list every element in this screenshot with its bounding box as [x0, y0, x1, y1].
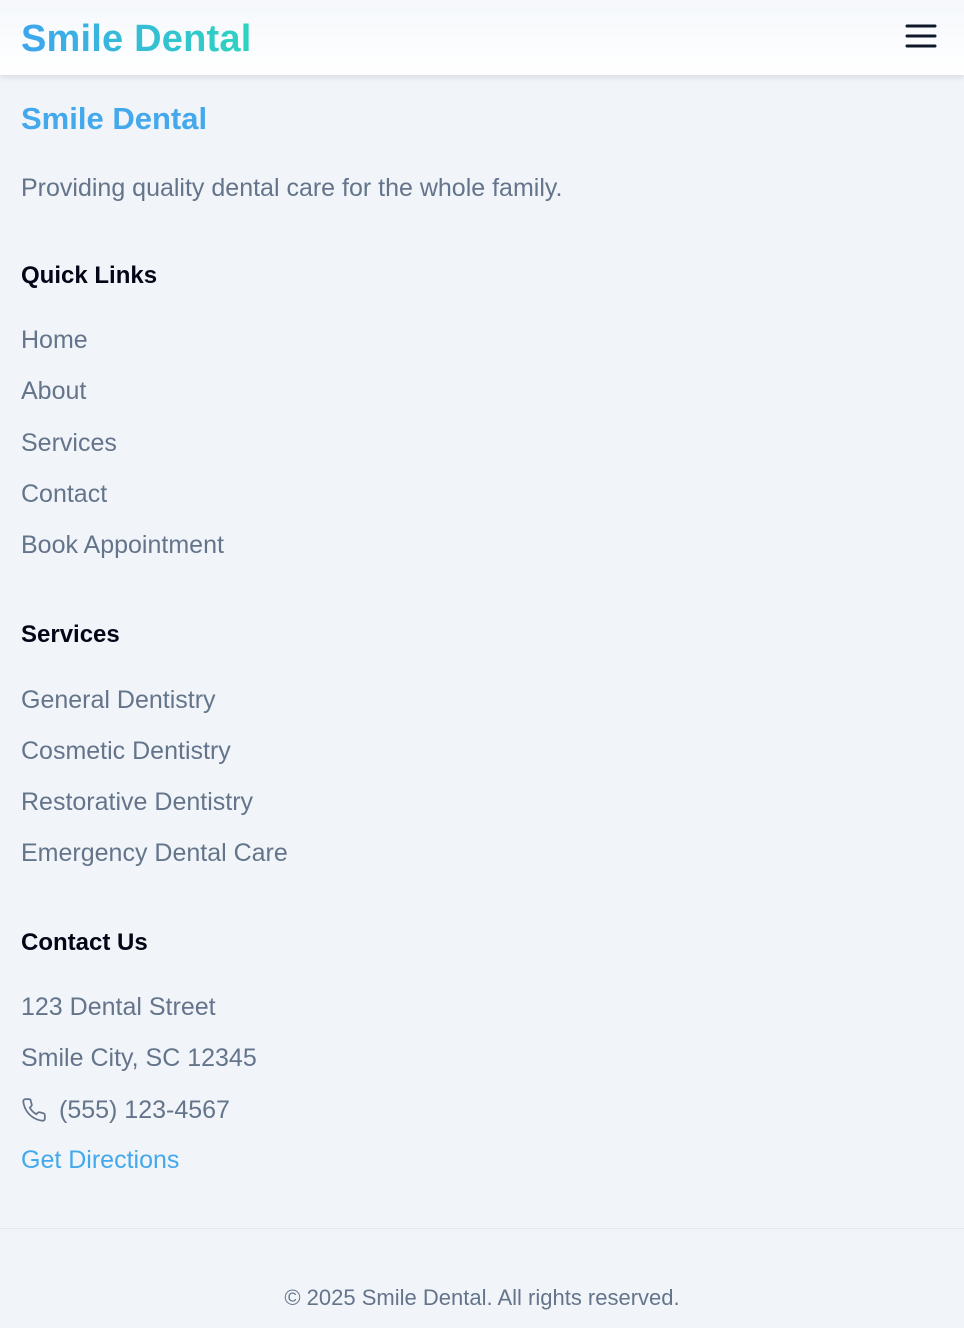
- service-link-general-dentistry[interactable]: General Dentistry: [21, 683, 216, 717]
- address-line-2: Smile City, SC 12345: [21, 1044, 257, 1072]
- hamburger-menu-button[interactable]: [898, 18, 944, 56]
- quick-link-home[interactable]: Home: [21, 323, 88, 357]
- top-navbar: Smile Dental: [0, 0, 964, 75]
- phone-number: (555) 123-4567: [59, 1096, 230, 1124]
- quick-links-heading: Quick Links: [21, 262, 158, 289]
- quick-link-services[interactable]: Services: [21, 426, 117, 460]
- footer-divider: [0, 1228, 964, 1229]
- get-directions-link[interactable]: Get Directions: [21, 1143, 179, 1177]
- address-line-1: 123 Dental Street: [21, 993, 216, 1021]
- quick-link-book-appointment[interactable]: Book Appointment: [21, 528, 224, 562]
- copyright-text: © 2025 Smile Dental. All rights reserved…: [284, 1285, 680, 1310]
- hamburger-menu-icon: [905, 24, 937, 48]
- service-link-restorative-dentistry[interactable]: Restorative Dentistry: [21, 785, 253, 819]
- footer-brand: Smile Dental: [21, 101, 208, 136]
- footer-tagline: Providing quality dental care for the wh…: [21, 174, 563, 202]
- phone-row: (555) 123-4567: [21, 1093, 230, 1127]
- quick-link-about[interactable]: About: [21, 374, 86, 408]
- services-heading: Services: [21, 621, 120, 648]
- brand-logo-link[interactable]: Smile Dental: [21, 14, 251, 64]
- quick-link-contact[interactable]: Contact: [21, 477, 107, 511]
- service-link-emergency-dental-care[interactable]: Emergency Dental Care: [21, 836, 288, 870]
- service-link-cosmetic-dentistry[interactable]: Cosmetic Dentistry: [21, 734, 231, 768]
- contact-heading: Contact Us: [21, 929, 148, 956]
- phone-icon: [22, 1098, 46, 1122]
